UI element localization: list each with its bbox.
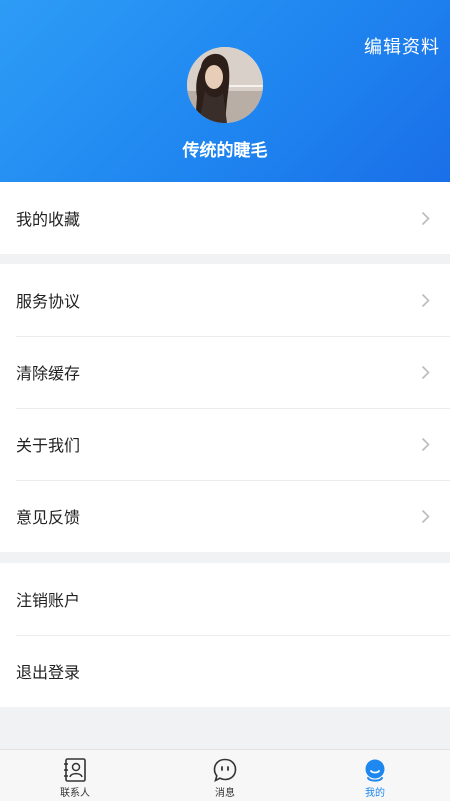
menu-item-label: 服务协议 xyxy=(16,292,81,311)
menu-item-label: 清除缓存 xyxy=(16,364,81,383)
menu-group-favorites: 我的收藏 xyxy=(0,182,450,254)
menu-item-label: 意见反馈 xyxy=(16,508,81,527)
menu-item-label: 关于我们 xyxy=(16,436,81,455)
edit-profile-button[interactable]: 编辑资料 xyxy=(364,33,440,59)
chevron-right-icon xyxy=(421,293,430,308)
tab-label: 消息 xyxy=(215,788,235,799)
tab-label: 联系人 xyxy=(60,788,90,799)
menu-item-favorites[interactable]: 我的收藏 xyxy=(0,182,450,254)
message-icon xyxy=(213,758,237,783)
menu-item-deactivate-account[interactable]: 注销账户 xyxy=(0,563,450,635)
chevron-right-icon xyxy=(421,437,430,452)
menu-item-label: 退出登录 xyxy=(16,663,81,682)
menu-item-clear-cache[interactable]: 清除缓存 xyxy=(0,336,450,408)
tab-contacts[interactable]: 联系人 xyxy=(0,750,150,801)
avatar-photo xyxy=(187,47,263,123)
profile-icon xyxy=(365,759,385,782)
menu-item-service-agreement[interactable]: 服务协议 xyxy=(0,264,450,336)
chevron-right-icon xyxy=(421,211,430,226)
menu-item-logout[interactable]: 退出登录 xyxy=(0,635,450,707)
chevron-right-icon xyxy=(421,365,430,380)
menu-item-label: 注销账户 xyxy=(16,591,81,610)
chevron-right-icon xyxy=(421,509,430,524)
menu-group-account: 注销账户 退出登录 xyxy=(0,563,450,707)
bottom-tab-bar: 联系人 消息 我的 xyxy=(0,749,450,801)
tab-messages[interactable]: 消息 xyxy=(150,750,300,801)
menu-group-info: 服务协议 清除缓存 关于我们 意见反馈 xyxy=(0,264,450,552)
tab-profile[interactable]: 我的 xyxy=(300,750,450,801)
avatar[interactable] xyxy=(187,47,263,123)
contacts-icon xyxy=(64,758,86,782)
username: 传统的睫毛 xyxy=(182,141,268,161)
menu-item-label: 我的收藏 xyxy=(16,210,81,229)
menu-item-about-us[interactable]: 关于我们 xyxy=(0,408,450,480)
profile-header: 编辑资料 传统的睫毛 xyxy=(0,0,450,182)
tab-label: 我的 xyxy=(365,788,385,799)
menu-item-feedback[interactable]: 意见反馈 xyxy=(0,480,450,552)
